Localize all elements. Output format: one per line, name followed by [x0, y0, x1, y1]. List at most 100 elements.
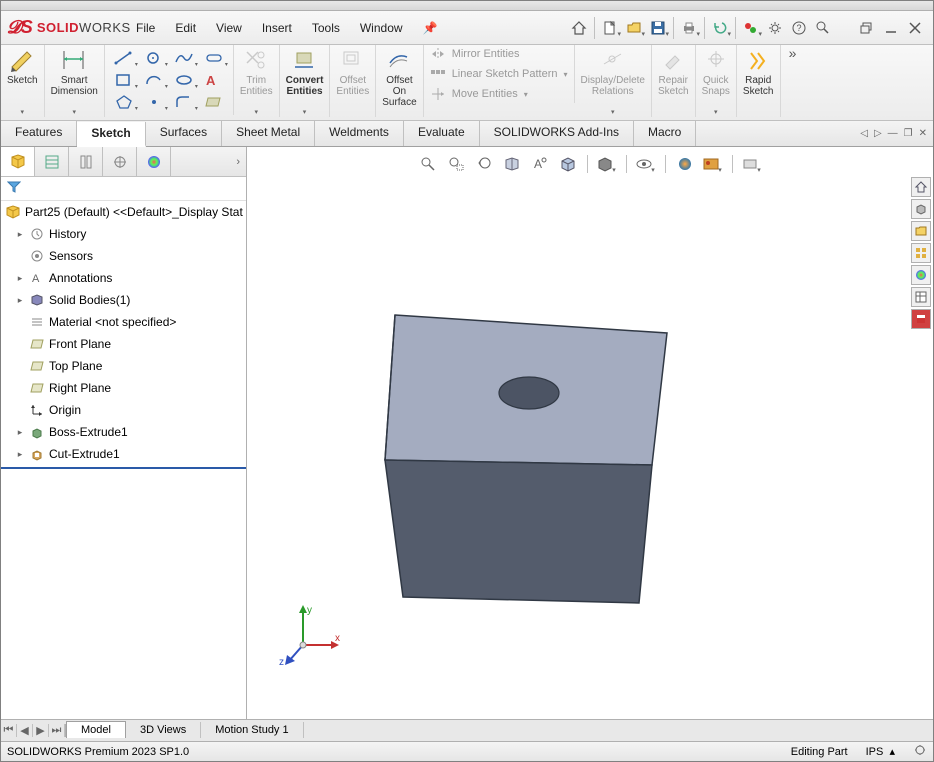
prev-tab-icon[interactable]: ◀	[17, 724, 33, 737]
smart-dimension-button[interactable]: Smart Dimension ▾	[45, 45, 105, 117]
tree-filter[interactable]	[1, 177, 246, 201]
close-doc-icon[interactable]: ✕	[919, 128, 927, 139]
taskpane-forum-icon[interactable]	[911, 309, 931, 329]
tree-top-plane[interactable]: Top Plane	[1, 355, 246, 377]
menu-window[interactable]: Window	[350, 15, 413, 41]
mirror-entities-button[interactable]: Mirror Entities	[430, 47, 568, 61]
pin-icon[interactable]: 📌	[423, 21, 438, 35]
taskpane-design-library-icon[interactable]	[911, 199, 931, 219]
taskpane-file-explorer-icon[interactable]	[911, 221, 931, 241]
linear-pattern-button[interactable]: Linear Sketch Pattern ▾	[430, 67, 568, 81]
close-icon[interactable]	[903, 16, 927, 40]
quick-snaps-button[interactable]: Quick Snaps ▾	[696, 45, 737, 117]
ellipse-tool-icon[interactable]: ▾	[169, 69, 199, 91]
taskpane-custom-props-icon[interactable]	[911, 287, 931, 307]
tree-solid-bodies[interactable]: ▸Solid Bodies(1)	[1, 289, 246, 311]
section-view-icon[interactable]	[501, 153, 523, 175]
next-doc-icon[interactable]: ▷	[874, 128, 882, 139]
sketch-button[interactable]: Sketch ▾	[1, 45, 45, 117]
tree-root-part[interactable]: Part25 (Default) <<Default>_Display Stat	[1, 201, 246, 223]
circle-tool-icon[interactable]: ▾	[139, 47, 169, 69]
taskpane-view-palette-icon[interactable]	[911, 243, 931, 263]
tab-features[interactable]: Features	[1, 121, 77, 146]
tree-front-plane[interactable]: Front Plane	[1, 333, 246, 355]
print-icon[interactable]: ▾	[677, 16, 701, 40]
trim-entities-button[interactable]: Trim Entities ▾	[234, 45, 280, 117]
slot-tool-icon[interactable]: ▾	[199, 47, 229, 69]
rapid-sketch-button[interactable]: Rapid Sketch	[737, 45, 781, 117]
tab-sketch[interactable]: Sketch	[77, 122, 145, 147]
spline-tool-icon[interactable]: ▾	[169, 47, 199, 69]
zoom-fit-icon[interactable]	[417, 153, 439, 175]
bottom-tab-motion[interactable]: Motion Study 1	[201, 722, 303, 738]
ribbon-overflow-icon[interactable]: »	[781, 45, 805, 61]
point-tool-icon[interactable]: ▾	[139, 91, 169, 113]
new-icon[interactable]: ▾	[598, 16, 622, 40]
display-style-icon[interactable]: ▾	[596, 153, 618, 175]
menu-edit[interactable]: Edit	[165, 15, 206, 41]
move-entities-button[interactable]: Move Entities ▾	[430, 87, 568, 101]
menu-view[interactable]: View	[206, 15, 252, 41]
undo-icon[interactable]: ▾	[708, 16, 732, 40]
last-tab-icon[interactable]: ⏭	[49, 724, 65, 737]
dynamic-annotation-icon[interactable]: A	[529, 153, 551, 175]
display-delete-relations-button[interactable]: Display/Delete Relations ▾	[575, 45, 652, 117]
configuration-tab-icon[interactable]	[69, 147, 103, 176]
display-manager-tab-icon[interactable]	[137, 147, 171, 176]
arc-tool-icon[interactable]: ▾	[139, 69, 169, 91]
tree-history[interactable]: ▸History	[1, 223, 246, 245]
tree-cut-extrude[interactable]: ▸Cut-Extrude1	[1, 443, 246, 465]
bottom-tab-3dviews[interactable]: 3D Views	[126, 722, 201, 738]
zoom-area-icon[interactable]	[445, 153, 467, 175]
rollback-bar[interactable]	[1, 467, 246, 469]
taskpane-home-icon[interactable]	[911, 177, 931, 197]
rectangle-tool-icon[interactable]: ▾	[109, 69, 139, 91]
tree-material[interactable]: Material <not specified>	[1, 311, 246, 333]
view-orientation-icon[interactable]	[557, 153, 579, 175]
tab-surfaces[interactable]: Surfaces	[146, 121, 222, 146]
offset-entities-button[interactable]: Offset Entities	[330, 45, 376, 117]
home-icon[interactable]	[567, 16, 591, 40]
settings-icon[interactable]	[763, 16, 787, 40]
panel-expand-icon[interactable]: ›	[171, 147, 246, 176]
search-icon[interactable]	[811, 16, 835, 40]
help-icon[interactable]: ?	[787, 16, 811, 40]
restore-window-icon[interactable]	[855, 16, 879, 40]
tab-macro[interactable]: Macro	[634, 121, 696, 146]
apply-scene-icon[interactable]: ▾	[702, 153, 724, 175]
line-tool-icon[interactable]: ▾	[109, 47, 139, 69]
tree-sensors[interactable]: Sensors	[1, 245, 246, 267]
maximize-doc-icon[interactable]: ❐	[904, 128, 913, 139]
menu-insert[interactable]: Insert	[252, 15, 302, 41]
previous-view-icon[interactable]	[473, 153, 495, 175]
expander-icon[interactable]: ▸	[15, 229, 25, 240]
repair-sketch-button[interactable]: Repair Sketch	[652, 45, 696, 117]
next-tab-icon[interactable]: ▶	[33, 724, 49, 737]
minimize-icon[interactable]	[879, 16, 903, 40]
tree-right-plane[interactable]: Right Plane	[1, 377, 246, 399]
dropdown-icon[interactable]: ▾	[72, 108, 76, 116]
save-icon[interactable]: ▾	[646, 16, 670, 40]
convert-entities-button[interactable]: Convert Entities ▾	[280, 45, 331, 117]
open-icon[interactable]: ▾	[622, 16, 646, 40]
dropdown-icon[interactable]: ▾	[21, 108, 25, 116]
bottom-tab-model[interactable]: Model	[66, 721, 126, 738]
taskpane-appearances-icon[interactable]	[911, 265, 931, 285]
property-manager-tab-icon[interactable]	[35, 147, 69, 176]
first-tab-icon[interactable]: ⏮	[1, 724, 17, 737]
tree-origin[interactable]: Origin	[1, 399, 246, 421]
status-settings-icon[interactable]	[913, 743, 927, 760]
tab-weldments[interactable]: Weldments	[315, 121, 404, 146]
menu-file[interactable]: File	[126, 15, 165, 41]
tab-evaluate[interactable]: Evaluate	[404, 121, 480, 146]
model-3d[interactable]	[377, 307, 717, 627]
menu-tools[interactable]: Tools	[302, 15, 350, 41]
polygon-tool-icon[interactable]: ▾	[109, 91, 139, 113]
offset-on-surface-button[interactable]: Offset On Surface	[376, 45, 423, 117]
hide-show-icon[interactable]: ▾	[635, 153, 657, 175]
feature-tree-tab-icon[interactable]	[1, 147, 35, 176]
graphics-viewport[interactable]: A ▾ ▾ ▾ ▾ y	[247, 147, 933, 719]
view-settings-icon[interactable]: ▾	[741, 153, 763, 175]
tree-annotations[interactable]: ▸AAnnotations	[1, 267, 246, 289]
fillet-tool-icon[interactable]: ▾	[169, 91, 199, 113]
